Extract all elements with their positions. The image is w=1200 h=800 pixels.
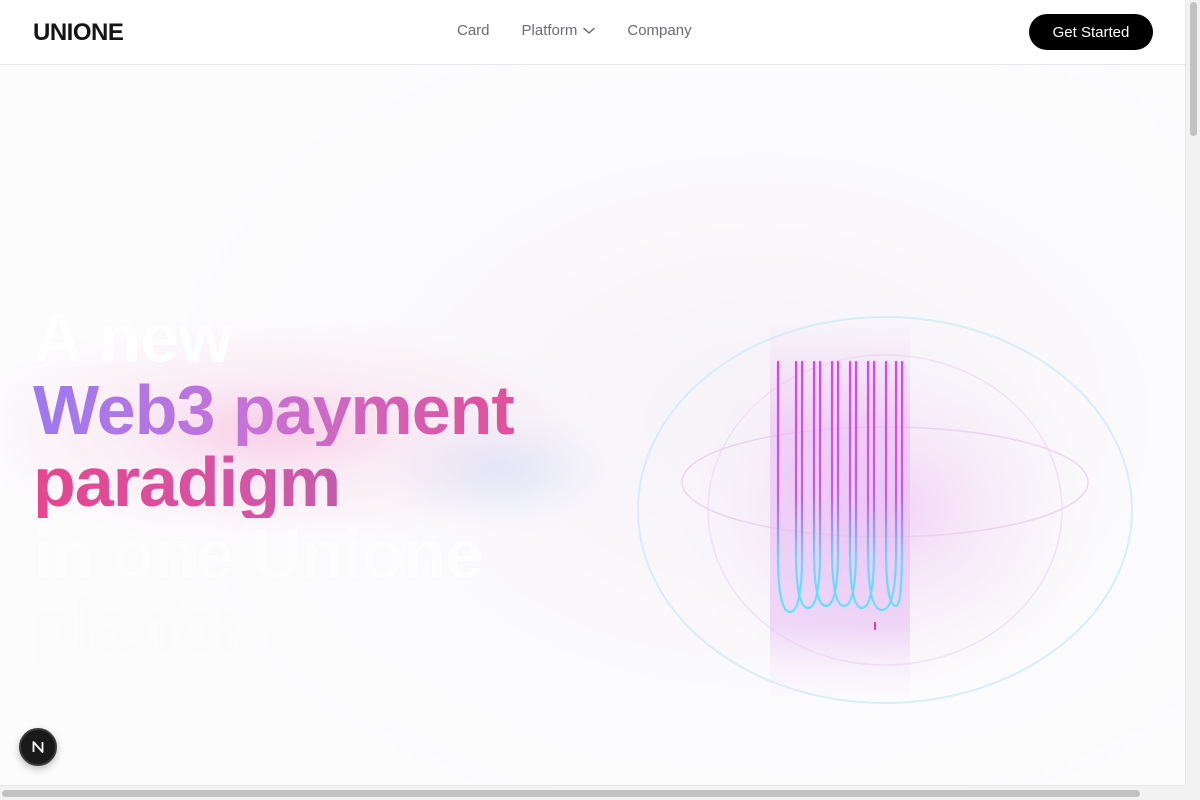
nav-item-platform[interactable]: Platform [522, 22, 596, 39]
vertical-scrollbar[interactable] [1185, 0, 1200, 785]
hero-line-1: A new [33, 299, 233, 377]
n-badge-button[interactable] [19, 728, 57, 766]
horizontal-scrollbar-thumb[interactable] [2, 790, 1140, 797]
scrollbar-corner [1185, 785, 1200, 800]
nav-item-label: Company [627, 22, 692, 39]
chevron-down-icon [583, 27, 596, 34]
hero-line-3: paradigm [33, 446, 514, 518]
nav-item-label: Card [457, 22, 490, 39]
logo[interactable]: UNIONE [33, 19, 124, 47]
nav-item-label: Platform [521, 22, 578, 39]
hero-headline: A new Web3 payment paradigm in one Union… [33, 299, 515, 665]
site-header: UNIONE Card Platform Company Get Started [0, 0, 1185, 65]
nav-item-company[interactable]: Company [627, 22, 691, 39]
get-started-button[interactable]: Get Started [1029, 14, 1153, 50]
n-logo-icon [32, 741, 44, 753]
hero-orb-graphic [637, 316, 1133, 704]
hero-line-5: platform. [33, 587, 324, 665]
horizontal-scrollbar[interactable] [0, 785, 1185, 800]
vertical-scrollbar-thumb[interactable] [1190, 2, 1197, 136]
hero-line-4: in one Unione [33, 515, 484, 593]
page-viewport: UNIONE Card Platform Company Get Started… [0, 0, 1185, 785]
main-nav: Card Platform Company [457, 22, 724, 39]
nav-item-card[interactable]: Card [457, 22, 490, 39]
hero-line-2: Web3 payment [33, 371, 515, 449]
